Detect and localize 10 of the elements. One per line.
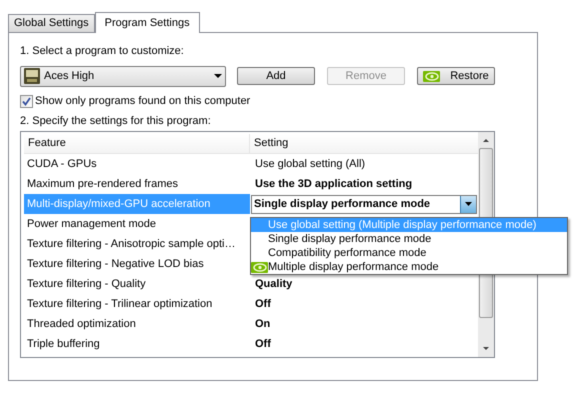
setting-cell-text: On bbox=[254, 316, 270, 332]
checkbox-label: Show only programs found on this computer bbox=[35, 94, 250, 109]
setting-cell-text: Use the 3D application setting bbox=[254, 176, 412, 192]
section-label: 1. Select a program to customize: bbox=[20, 44, 185, 59]
section-label: 2. Specify the settings for this program: bbox=[20, 114, 212, 129]
setting-cell-text: Off bbox=[254, 296, 271, 312]
setting-cell-text: Quality bbox=[254, 276, 292, 292]
setting-cell-text: Use global setting (All) bbox=[254, 156, 366, 172]
setting-cell-text: Off bbox=[254, 336, 271, 352]
program-name: Aces High bbox=[44, 68, 96, 84]
